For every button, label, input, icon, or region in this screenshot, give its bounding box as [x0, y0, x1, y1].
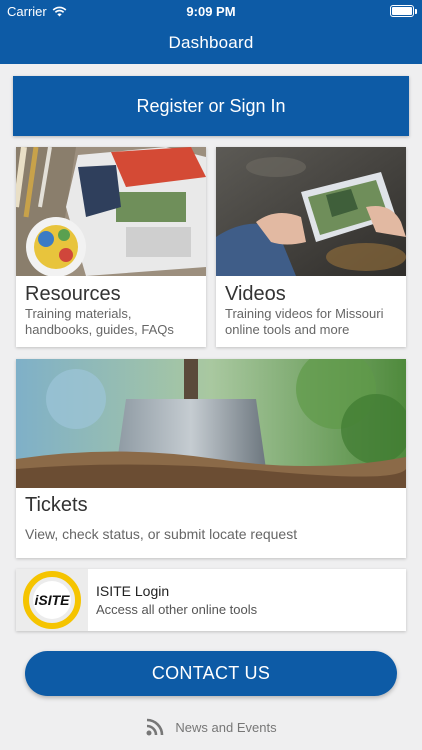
isite-title: ISITE Login	[96, 583, 170, 599]
resources-subtitle: Training materials, handbooks, guides, F…	[25, 306, 174, 337]
status-bar: Carrier 9:09 PM	[0, 0, 422, 22]
videos-title: Videos	[225, 283, 286, 305]
videos-subtitle: Training videos for Missouri online tool…	[225, 306, 384, 337]
resources-title: Resources	[25, 283, 121, 305]
clock: 9:09 PM	[186, 4, 236, 19]
isite-logo: iSITE	[16, 569, 88, 631]
resources-image	[16, 147, 206, 276]
contact-us-button[interactable]: CONTACT US	[25, 651, 397, 696]
tickets-title: Tickets	[25, 494, 88, 516]
tickets-card[interactable]: Tickets View, check status, or submit lo…	[16, 359, 406, 558]
tickets-image	[16, 359, 406, 488]
isite-subtitle: Access all other online tools	[96, 602, 258, 617]
news-events-label: News and Events	[175, 719, 277, 735]
rss-icon	[146, 718, 164, 736]
register-signin-button[interactable]: Register or Sign In	[13, 76, 409, 136]
top-bar: Carrier 9:09 PM Dashboard	[0, 0, 422, 64]
videos-card[interactable]: Videos Training videos for Missouri onli…	[216, 147, 406, 347]
videos-image	[216, 147, 406, 276]
news-events-link[interactable]: News and Events	[0, 714, 422, 740]
svg-text:iSITE: iSITE	[34, 592, 70, 608]
isite-login-card[interactable]: iSITE ISITE Login Access all other onlin…	[16, 569, 406, 631]
tickets-subtitle: View, check status, or submit locate req…	[25, 526, 298, 542]
resources-card[interactable]: Resources Training materials, handbooks,…	[16, 147, 206, 347]
battery-icon	[390, 5, 417, 17]
page-title: Dashboard	[168, 33, 254, 52]
